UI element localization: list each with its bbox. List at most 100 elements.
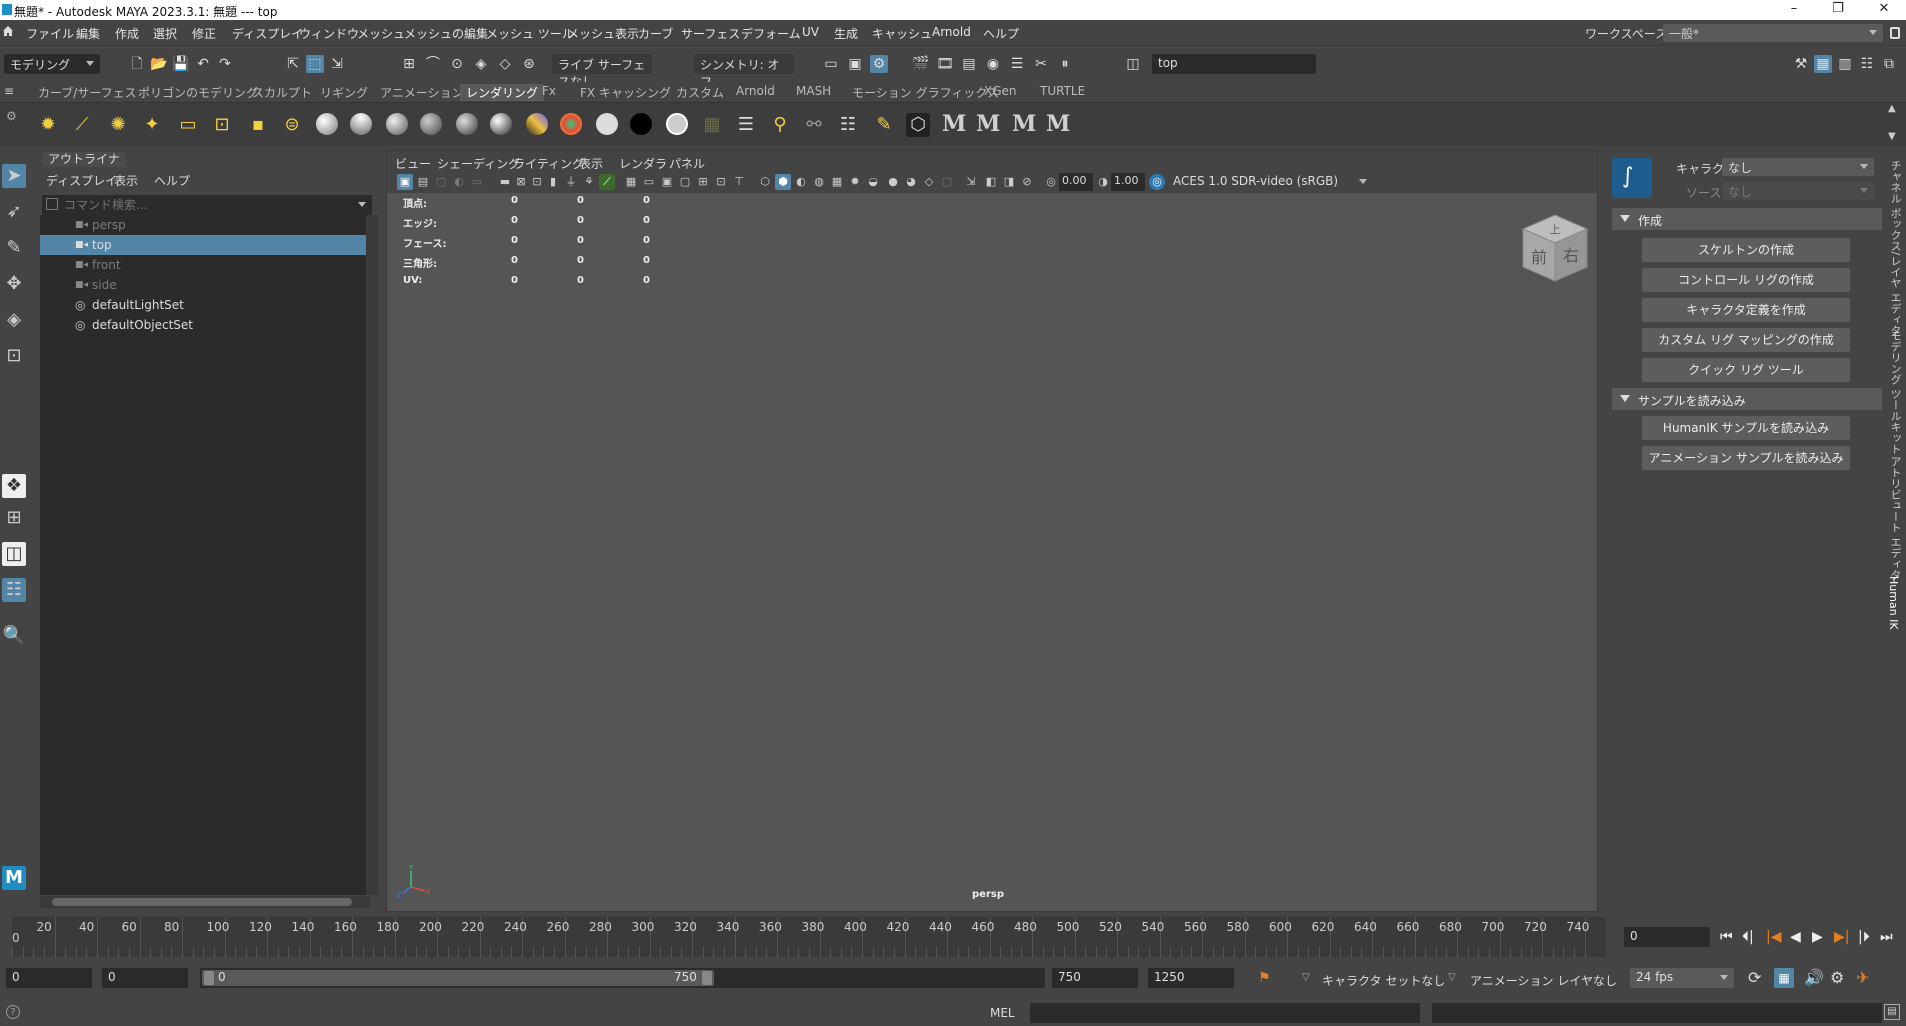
surface-shader-icon[interactable] — [596, 113, 618, 135]
character-controls-icon[interactable]: ✈ — [1856, 968, 1869, 987]
isolate-select-icon[interactable]: ⇲ — [963, 174, 979, 190]
panel-layout-icon[interactable]: ◫ — [1124, 55, 1142, 73]
shelf-tab-custom[interactable]: カスタム — [676, 84, 724, 101]
light-editor-icon[interactable]: ☰ — [1008, 55, 1026, 73]
script-editor-icon[interactable]: ▤ — [1884, 1004, 1900, 1020]
area-light-icon[interactable]: ▭ — [176, 113, 200, 137]
viewport-menu-shading[interactable]: シェーディング — [437, 155, 520, 172]
attribute-editor-icon[interactable]: ▦ — [1814, 55, 1832, 73]
redo-icon[interactable]: ↷ — [216, 55, 234, 73]
field-chart-icon[interactable]: ⊞ — [695, 174, 711, 190]
image-plane-icon[interactable]: ◐ — [451, 174, 467, 190]
exposure-icon[interactable]: ◎ — [1043, 174, 1059, 190]
2d-pan-icon[interactable]: ▭ — [469, 174, 485, 190]
standard-surface-icon[interactable] — [316, 113, 338, 135]
shaded-wire-icon[interactable]: ◐ — [793, 174, 809, 190]
isolate-icon[interactable]: ⏚ — [563, 174, 579, 190]
break-link-icon[interactable]: ⚯ — [802, 113, 826, 137]
current-frame-field[interactable]: 0 — [1624, 927, 1710, 947]
source-dropdown[interactable]: なし — [1722, 182, 1874, 200]
render-settings-icon[interactable]: ⚙ — [870, 55, 888, 73]
range-start-grip[interactable] — [204, 971, 214, 985]
define-character-button[interactable]: キャラクタ定義を作成 — [1642, 298, 1850, 322]
anim-layer-dropdown[interactable]: アニメーション レイヤなし — [1470, 972, 1617, 989]
load-animation-sample-button[interactable]: アニメーション サンプルを読み込み — [1642, 446, 1850, 470]
shelf-tab-rigging[interactable]: リギング — [320, 84, 368, 101]
smooth-shade-icon[interactable]: ⬢ — [775, 174, 791, 190]
side-tab-human-ik[interactable]: Human IK — [1887, 576, 1900, 630]
range-end-grip[interactable] — [702, 971, 712, 985]
bookmarks-icon[interactable]: ▢ — [433, 174, 449, 190]
playback-end-field[interactable]: 750 — [1052, 968, 1138, 988]
playback-start-field[interactable]: 0 — [102, 968, 188, 988]
viewport-menu-view[interactable]: ビュー — [395, 155, 431, 172]
snap-surface-icon[interactable]: ◇ — [496, 55, 514, 73]
play-forwards-icon[interactable]: ▶ — [1812, 929, 1823, 945]
lasso-tool-icon[interactable]: ➶ — [2, 200, 26, 224]
menu-modify[interactable]: 修正 — [192, 25, 216, 42]
outliner-item[interactable]: ■◂ side — [40, 275, 370, 295]
menu-mesh-display[interactable]: メッシュ表示 — [567, 25, 639, 42]
shelf-tab-sculpting[interactable]: スカルプト — [252, 84, 312, 101]
camera-create-icon[interactable]: ▪ — [246, 113, 270, 137]
current-time-indicator[interactable]: 0 — [12, 931, 20, 945]
viewport-menu-panels[interactable]: パネル — [669, 155, 705, 172]
create-control-rig-button[interactable]: コントロール リグの作成 — [1642, 268, 1850, 292]
resolution-gate-icon[interactable]: ▣ — [659, 174, 675, 190]
film-gate-toggle-icon[interactable]: ▭ — [641, 174, 657, 190]
screen-space-ao-icon[interactable]: ● — [885, 174, 901, 190]
point-light-icon[interactable]: ✺ — [106, 113, 130, 137]
search-icon[interactable]: 🔍 — [2, 624, 26, 648]
outliner-vertical-scrollbar[interactable] — [366, 215, 378, 895]
outliner-item[interactable]: ◎ defaultObjectSet — [40, 315, 370, 335]
safe-title-icon[interactable]: ⊤ — [731, 174, 747, 190]
viewport-menu-show[interactable]: 表示 — [579, 155, 603, 172]
shelf-menu-icon[interactable]: ≡ — [4, 84, 20, 104]
view-cube-front-face[interactable]: 前 — [1531, 248, 1547, 267]
select-object-icon[interactable]: ⬚ — [306, 55, 324, 73]
snap-point-icon[interactable]: ⊙ — [448, 55, 466, 73]
snap-view-icon[interactable]: ◈ — [472, 55, 490, 73]
chevron-down-icon[interactable]: ▽ — [1448, 972, 1456, 983]
toggle-tool-icon[interactable]: ✂ — [1032, 55, 1050, 73]
side-tab-channel-box[interactable]: チャネル ボックス/レイヤ エディタ — [1887, 160, 1903, 336]
outliner-item[interactable]: ■◂ front — [40, 255, 370, 275]
menu-cache[interactable]: キャッシュ — [872, 25, 932, 42]
menu-display[interactable]: ディスプレイ — [232, 25, 303, 42]
outliner-search-input[interactable] — [64, 196, 344, 214]
side-tab-attribute-editor[interactable]: アトリビュート エディタ — [1887, 456, 1903, 581]
anti-aliasing-icon[interactable]: ◇ — [921, 174, 937, 190]
menu-generate[interactable]: 生成 — [834, 25, 858, 42]
render-layers-icon[interactable]: ☷ — [836, 113, 860, 137]
start-time-field[interactable]: 0 — [6, 968, 92, 988]
snap-curve-icon[interactable]: ⌒ — [424, 55, 442, 73]
rotate-tool-icon[interactable]: ◈ — [2, 308, 26, 332]
outliner-item[interactable]: ◎ defaultLightSet — [40, 295, 370, 315]
shelf-tab-fx-caching[interactable]: FX キャッシング — [580, 84, 671, 101]
chevron-down-icon[interactable] — [358, 202, 366, 207]
play-backwards-icon[interactable]: ◀ — [1790, 929, 1801, 945]
gamma-field[interactable]: 1.00 — [1111, 173, 1145, 191]
minimize-button[interactable]: – — [1774, 1, 1814, 16]
audio-icon[interactable]: 🔊 — [1804, 968, 1824, 987]
menu-set-dropdown[interactable]: モデリング — [4, 54, 100, 74]
directional-light-icon[interactable]: ⟋ — [70, 113, 94, 137]
lambert-shader-icon[interactable] — [386, 113, 408, 135]
select-hierarchy-icon[interactable]: ⇱ — [284, 55, 302, 73]
menu-deform[interactable]: デフォーム — [741, 25, 801, 42]
home-icon[interactable] — [2, 25, 14, 37]
tool-settings-icon[interactable]: ▥ — [1836, 55, 1854, 73]
range-slider[interactable]: 0 750 — [200, 968, 1045, 988]
xray-active-icon[interactable]: ◨ — [1001, 174, 1017, 190]
end-time-field[interactable]: 1250 — [1148, 968, 1234, 988]
scale-tool-icon[interactable]: ⊡ — [2, 344, 26, 368]
pause-icon[interactable]: ⏸ — [1056, 55, 1074, 73]
shadows-icon[interactable]: ◒ — [865, 174, 881, 190]
layered-shader-icon[interactable] — [526, 113, 548, 135]
cache-playback-icon[interactable]: ▦ — [1774, 968, 1794, 988]
menu-create[interactable]: 作成 — [115, 25, 139, 42]
color-management-icon[interactable]: ◎ — [1149, 174, 1165, 190]
range-slider-handle[interactable]: 0 750 — [202, 970, 714, 986]
help-icon[interactable]: ? — [6, 1005, 20, 1019]
maximize-button[interactable]: ❐ — [1818, 1, 1858, 16]
